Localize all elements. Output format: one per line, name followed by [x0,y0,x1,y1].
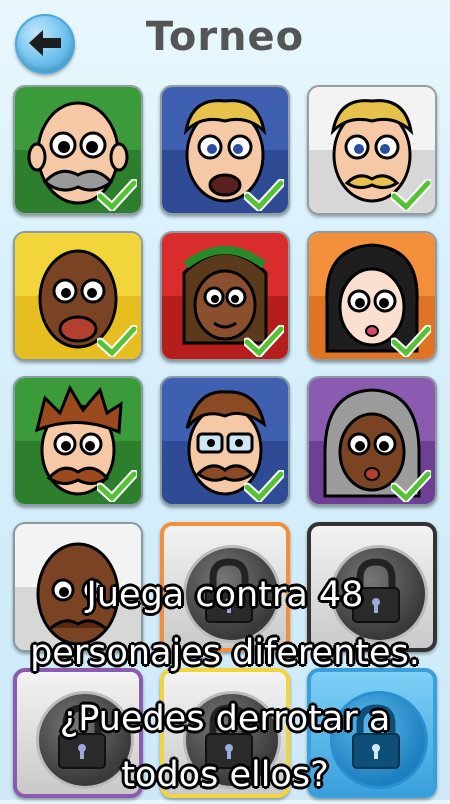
caption-line-2: personajes diferentes. [30,633,420,673]
checkmark-icon [391,325,431,357]
checkmark-icon [391,470,431,502]
checkmark-icon [244,179,284,211]
opponent-tile-8[interactable] [160,376,290,506]
header: Torneo [0,0,450,80]
page-title: Torneo [145,14,305,60]
checkmark-icon [391,179,431,211]
opponent-tile-1[interactable] [13,85,143,215]
checkmark-icon [97,179,137,211]
opponent-tile-9[interactable] [307,376,437,506]
opponent-tile-6[interactable] [307,231,437,361]
opponent-tile-2[interactable] [160,85,290,215]
caption-line-1: Juega contra 48 [86,575,364,615]
checkmark-icon [97,470,137,502]
checkmark-icon [244,325,284,357]
opponent-tile-3[interactable] [307,85,437,215]
opponent-tile-7[interactable] [13,376,143,506]
checkmark-icon [97,325,137,357]
caption-line-3: ¿Puedes derrotar a [59,699,391,739]
caption-line-4: todos ellos? [121,755,329,795]
opponent-tile-5[interactable] [160,231,290,361]
opponent-tile-4[interactable] [13,231,143,361]
checkmark-icon [244,470,284,502]
